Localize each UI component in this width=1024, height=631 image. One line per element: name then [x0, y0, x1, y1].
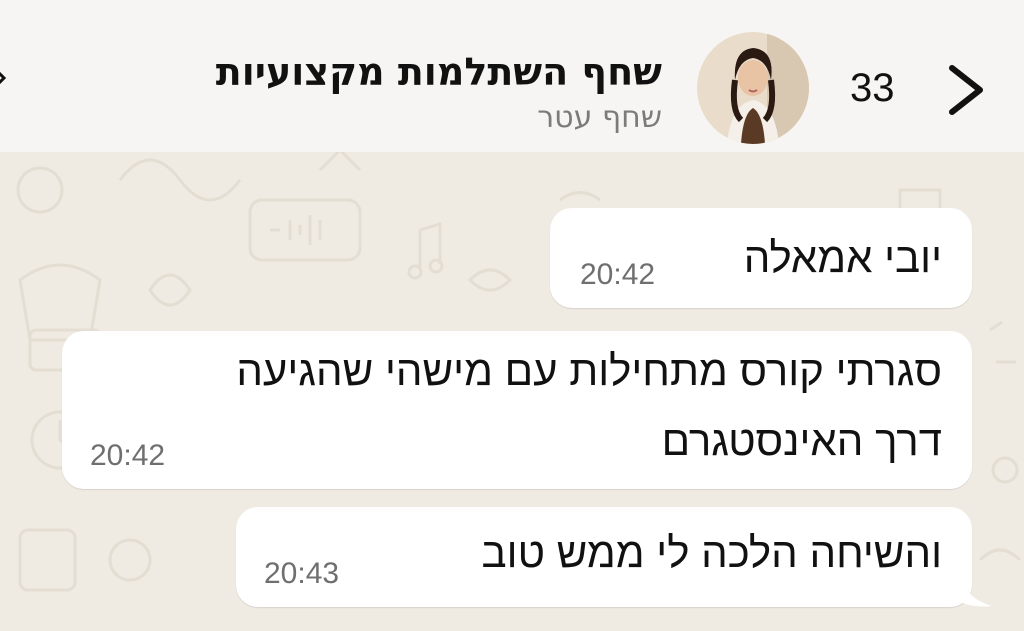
message-bubble[interactable]: יובי אמאלה 20:42 [550, 208, 972, 308]
message-text-line: דרך האינסטגרם [661, 417, 942, 464]
chat-subtitle[interactable]: שחף עטר [537, 100, 662, 135]
message-text: והשיחה הלכה לי ממש טוב [481, 529, 942, 576]
message-time: 20:42 [90, 439, 166, 472]
message-time: 20:43 [264, 557, 340, 590]
message-bubble[interactable]: סגרתי קורס מתחילות עם מישהי שהגיעה דרך ה… [62, 331, 972, 489]
chat-header: 33 שחף השתלמות מקצועיות שחף עטר [0, 0, 1024, 152]
contact-avatar[interactable] [697, 32, 809, 144]
chat-title[interactable]: שחף השתלמות מקצועיות [216, 50, 662, 94]
bubble-tail-icon [960, 580, 992, 607]
chevron-right-icon [949, 65, 983, 115]
avatar-photo-icon [697, 32, 809, 144]
unread-count[interactable]: 33 [850, 66, 895, 111]
message-text-line: סגרתי קורס מתחילות עם מישהי שהגיעה [236, 347, 942, 394]
message-text: יובי אמאלה [743, 234, 942, 281]
message-bubble[interactable]: והשיחה הלכה לי ממש טוב 20:43 [236, 507, 972, 607]
back-button[interactable] [940, 58, 992, 122]
message-time: 20:42 [580, 258, 656, 291]
overflow-icon[interactable] [0, 66, 10, 90]
